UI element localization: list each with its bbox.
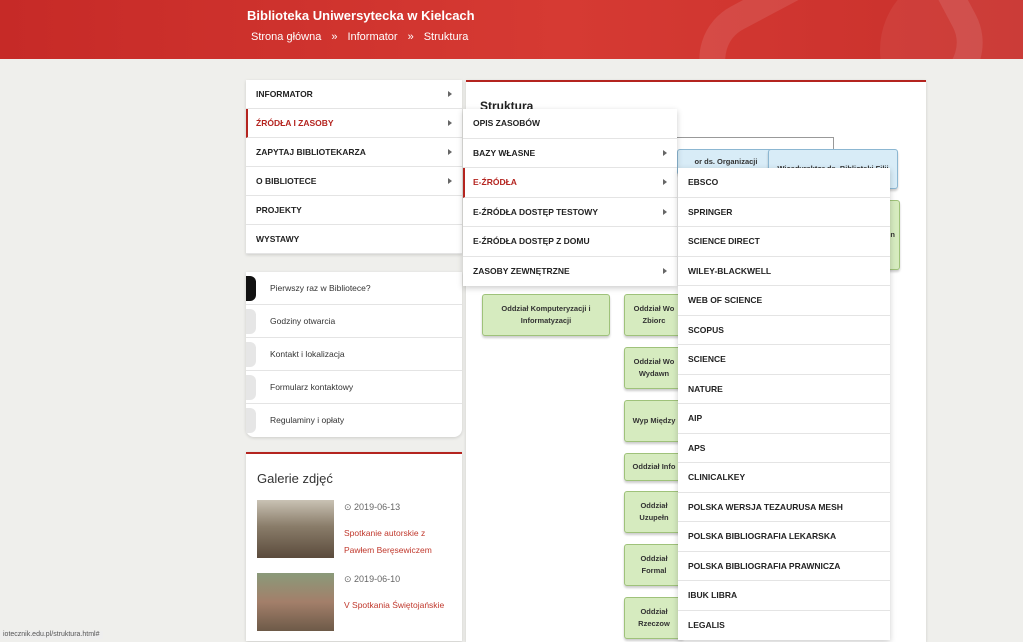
clock-icon: ⊙ (344, 502, 355, 512)
gallery-thumbnail[interactable] (257, 500, 334, 558)
gallery-item-title[interactable]: V Spotkania Świętojańskie (344, 597, 454, 614)
menu-item-label: ZAPYTAJ BIBLIOTEKARZA (256, 147, 366, 157)
menu-item-label: INFORMATOR (256, 89, 313, 99)
submenu-zrodla-i-zasoby: OPIS ZASOBÓW BAZY WŁASNE E-ŹRÓDŁA E-ŹRÓD… (463, 109, 677, 286)
menu-item-label: O BIBLIOTECE (256, 176, 317, 186)
menu-item-zrodla-i-zasoby[interactable]: ŹRÓDŁA I ZASOBY (246, 109, 462, 138)
gallery-date-value: 2019-06-13 (354, 502, 401, 512)
gallery-panel: Galerie zdjęć ⊙ 2019-06-13 Spotkanie aut… (246, 452, 462, 641)
gallery-date-value: 2019-06-10 (354, 574, 401, 584)
submenu-item-bazy-wlasne[interactable]: BAZY WŁASNE (463, 139, 677, 168)
menu-item-label: ŹRÓDŁA I ZASOBY (256, 118, 334, 128)
org-box[interactable]: Oddział Komputeryzacji i Informatyzacji (482, 294, 610, 336)
submenu-item-label: E-ŹRÓDŁA DOSTĘP Z DOMU (473, 236, 590, 246)
breadcrumb-informator[interactable]: Informator (347, 31, 397, 43)
e-source-item[interactable]: EBSCO (678, 168, 890, 198)
status-bar-url: iotecznik.edu.pl/struktura.html# (0, 631, 103, 639)
submenu-e-zrodla: EBSCO SPRINGER SCIENCE DIRECT WILEY-BLAC… (678, 168, 890, 640)
submenu-item-label: E-ŹRÓDŁA (473, 177, 517, 187)
menu-item-zapytaj-bibliotekarza[interactable]: ZAPYTAJ BIBLIOTEKARZA (246, 138, 462, 167)
tab-marker (246, 375, 256, 400)
org-box[interactable]: Oddział Uzupełn (624, 491, 684, 533)
tab-marker (246, 309, 256, 334)
gallery-thumbnail[interactable] (257, 573, 334, 631)
e-source-item[interactable]: CLINICALKEY (678, 463, 890, 493)
e-source-item[interactable]: POLSKA WERSJA TEZAURUSA MESH (678, 493, 890, 522)
org-connector (677, 137, 834, 138)
tab-marker (246, 342, 256, 367)
e-source-item[interactable]: IBUK LIBRA (678, 581, 890, 611)
e-source-item[interactable]: SCIENCE DIRECT (678, 227, 890, 257)
menu-item-label: WYSTAWY (256, 234, 300, 244)
site-header: Biblioteka Uniwersytecka w Kielcach Stro… (0, 0, 1023, 59)
e-source-item[interactable]: SCOPUS (678, 316, 890, 345)
breadcrumb-separator: » (331, 31, 338, 43)
quick-link-label: Regulaminy i opłaty (270, 415, 345, 425)
gallery-date: ⊙ 2019-06-13 (344, 502, 400, 513)
gallery-item-title[interactable]: Spotkanie autorskie z Pawłem Beręsewicze… (344, 525, 454, 559)
org-box[interactable]: Oddział Formal (624, 544, 684, 586)
quick-links: Pierwszy raz w Bibliotece? Godziny otwar… (246, 272, 462, 437)
org-box[interactable]: Wyp Między (624, 400, 684, 442)
quick-link-opening-hours[interactable]: Godziny otwarcia (246, 305, 462, 338)
org-box[interactable]: Oddział Rzeczow (624, 597, 684, 639)
clock-icon: ⊙ (344, 574, 355, 584)
breadcrumb-separator: » (407, 31, 414, 43)
main-menu: INFORMATOR ŹRÓDŁA I ZASOBY ZAPYTAJ BIBLI… (246, 80, 462, 254)
org-connector (833, 137, 834, 149)
submenu-item-label: E-ŹRÓDŁA DOSTĘP TESTOWY (473, 206, 598, 217)
e-source-item[interactable]: APS (678, 434, 890, 463)
quick-link-label: Formularz kontaktowy (270, 382, 354, 392)
quick-link-label: Godziny otwarcia (270, 316, 336, 326)
e-source-item[interactable]: NATURE (678, 375, 890, 404)
submenu-item-e-zrodla-testowy[interactable]: E-ŹRÓDŁA DOSTĘP TESTOWY (463, 198, 677, 227)
header-decoration (880, 0, 1023, 59)
e-source-item[interactable]: SCIENCE (678, 345, 890, 375)
quick-link-regulations[interactable]: Regulaminy i opłaty (246, 404, 462, 437)
submenu-item-e-zrodla-z-domu[interactable]: E-ŹRÓDŁA DOSTĘP Z DOMU (463, 227, 677, 257)
breadcrumb-current: Struktura (423, 31, 469, 43)
e-source-item[interactable]: WEB OF SCIENCE (678, 286, 890, 316)
e-source-item[interactable]: POLSKA BIBLIOGRAFIA LEKARSKA (678, 522, 890, 552)
submenu-item-opis-zasobow[interactable]: OPIS ZASOBÓW (463, 109, 677, 139)
gallery-date: ⊙ 2019-06-10 (344, 574, 400, 585)
submenu-item-label: OPIS ZASOBÓW (473, 118, 541, 128)
org-box[interactable]: Oddział Info (624, 453, 684, 481)
chevron-right-icon (663, 149, 667, 156)
e-source-item[interactable]: SPRINGER (678, 198, 890, 227)
e-source-item[interactable]: WILEY-BLACKWELL (678, 257, 890, 286)
gallery-title: Galerie zdjęć (257, 471, 333, 486)
quick-link-contact[interactable]: Kontakt i lokalizacja (246, 338, 462, 371)
quick-link-contact-form[interactable]: Formularz kontaktowy (246, 371, 462, 404)
quick-link-label: Kontakt i lokalizacja (270, 349, 345, 359)
e-source-item[interactable]: POLSKA BIBLIOGRAFIA PRAWNICZA (678, 552, 890, 581)
org-box[interactable]: Oddział Wo Zbiorc (624, 294, 684, 336)
e-source-item[interactable]: AIP (678, 404, 890, 434)
menu-item-informator[interactable]: INFORMATOR (246, 80, 462, 109)
site-title[interactable]: Biblioteka Uniwersytecka w Kielcach (247, 8, 475, 23)
org-box[interactable]: Oddział Wo Wydawn (624, 347, 684, 389)
menu-item-projekty[interactable]: PROJEKTY (246, 196, 462, 225)
chevron-right-icon (448, 149, 452, 155)
submenu-item-label: BAZY WŁASNE (473, 147, 536, 158)
chevron-right-icon (663, 208, 667, 215)
tab-marker (246, 276, 256, 301)
chevron-right-icon (663, 179, 667, 185)
chevron-right-icon (448, 120, 452, 126)
menu-item-o-bibliotece[interactable]: O BIBLIOTECE (246, 167, 462, 196)
e-source-item[interactable]: LEGALIS (678, 611, 890, 641)
chevron-right-icon (663, 267, 667, 274)
chevron-right-icon (448, 91, 452, 97)
submenu-item-label: ZASOBY ZEWNĘTRZNE (473, 265, 570, 276)
chevron-right-icon (448, 178, 452, 184)
submenu-item-zasoby-zewnetrzne[interactable]: ZASOBY ZEWNĘTRZNE (463, 257, 677, 287)
tab-marker (246, 408, 256, 433)
breadcrumb-home[interactable]: Strona główna (251, 31, 321, 43)
menu-item-label: PROJEKTY (256, 205, 302, 215)
quick-link-first-time[interactable]: Pierwszy raz w Bibliotece? (246, 272, 462, 305)
menu-item-wystawy[interactable]: WYSTAWY (246, 225, 462, 254)
breadcrumb: Strona główna » Informator » Struktura (251, 31, 468, 43)
submenu-item-e-zrodla[interactable]: E-ŹRÓDŁA (463, 168, 677, 198)
quick-link-label: Pierwszy raz w Bibliotece? (270, 283, 371, 293)
